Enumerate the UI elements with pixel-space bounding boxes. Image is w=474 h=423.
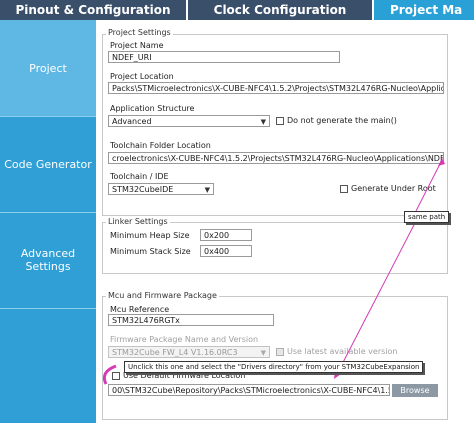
- project-location-label: Project Location: [110, 72, 174, 81]
- sidebar-item-code-generator[interactable]: Code Generator: [0, 116, 96, 212]
- sidebar-divider: [0, 308, 96, 309]
- firmware-location-input[interactable]: 00\STM32Cube\Repository\Packs\STMicroele…: [108, 384, 390, 396]
- generate-under-root-label: Generate Under Root: [351, 184, 436, 193]
- toolchain-ide-label: Toolchain / IDE: [110, 172, 169, 181]
- no-main-checkbox[interactable]: [276, 117, 284, 125]
- tab-project-manager[interactable]: Project Ma: [374, 0, 474, 20]
- uncheck-note-callout: Unclick this one and select the "Drivers…: [124, 361, 424, 373]
- group-title: Project Settings: [106, 28, 173, 37]
- select-value: STM32Cube FW_L4 V1.16.0RC3: [112, 348, 238, 357]
- use-latest-checkbox[interactable]: [276, 348, 284, 356]
- tab-pinout-configuration[interactable]: Pinout & Configuration: [0, 0, 186, 20]
- toolchain-folder-input[interactable]: croelectronics\X-CUBE-NFC4\1.5.2\Project…: [108, 152, 444, 164]
- min-heap-label: Minimum Heap Size: [110, 231, 190, 240]
- sidebar-filler: [0, 308, 96, 423]
- select-value: STM32CubeIDE: [112, 185, 174, 194]
- tab-clock-configuration[interactable]: Clock Configuration: [188, 0, 372, 20]
- application-structure-select[interactable]: Advanced ▼: [108, 115, 270, 127]
- sidebar-item-project[interactable]: Project: [0, 20, 96, 116]
- use-latest-label: Use latest available version: [287, 347, 398, 356]
- use-default-firmware-checkbox[interactable]: [112, 372, 120, 380]
- chevron-down-icon: ▼: [260, 118, 266, 126]
- no-main-label: Do not generate the main(): [287, 116, 397, 125]
- mcu-reference-input[interactable]: STM32L476RGTx: [108, 314, 274, 326]
- browse-button[interactable]: Browse: [392, 384, 438, 397]
- project-name-input[interactable]: NDEF_URI: [108, 51, 340, 63]
- chevron-down-icon: ▼: [260, 349, 266, 357]
- sidebar-item-label: Advanced Settings: [20, 247, 76, 273]
- toolchain-folder-label: Toolchain Folder Location: [110, 141, 211, 150]
- sidebar-item-label: Project: [29, 61, 67, 75]
- same-path-callout: same path: [404, 211, 450, 223]
- toolchain-ide-select[interactable]: STM32CubeIDE ▼: [108, 183, 214, 195]
- project-name-label: Project Name: [110, 41, 164, 50]
- firmware-package-label: Firmware Package Name and Version: [110, 335, 259, 344]
- application-structure-label: Application Structure: [110, 104, 195, 113]
- min-heap-input[interactable]: 0x200: [200, 229, 252, 241]
- sidebar-divider: [0, 212, 96, 213]
- min-stack-input[interactable]: 0x400: [200, 245, 252, 257]
- project-location-input[interactable]: Packs\STMicroelectronics\X-CUBE-NFC4\1.5…: [108, 82, 444, 94]
- sidebar-item-advanced-settings[interactable]: Advanced Settings: [0, 212, 96, 308]
- firmware-package-select[interactable]: STM32Cube FW_L4 V1.16.0RC3 ▼: [108, 346, 270, 358]
- sidebar-item-label: Code Generator: [4, 157, 92, 171]
- group-title: Mcu and Firmware Package: [106, 291, 219, 300]
- select-value: Advanced: [112, 117, 152, 126]
- sidebar-divider: [0, 116, 96, 117]
- mcu-reference-label: Mcu Reference: [110, 305, 170, 314]
- min-stack-label: Minimum Stack Size: [110, 247, 191, 256]
- generate-under-root-checkbox[interactable]: [340, 185, 348, 193]
- group-title: Linker Settings: [106, 217, 170, 226]
- chevron-down-icon: ▼: [204, 186, 210, 194]
